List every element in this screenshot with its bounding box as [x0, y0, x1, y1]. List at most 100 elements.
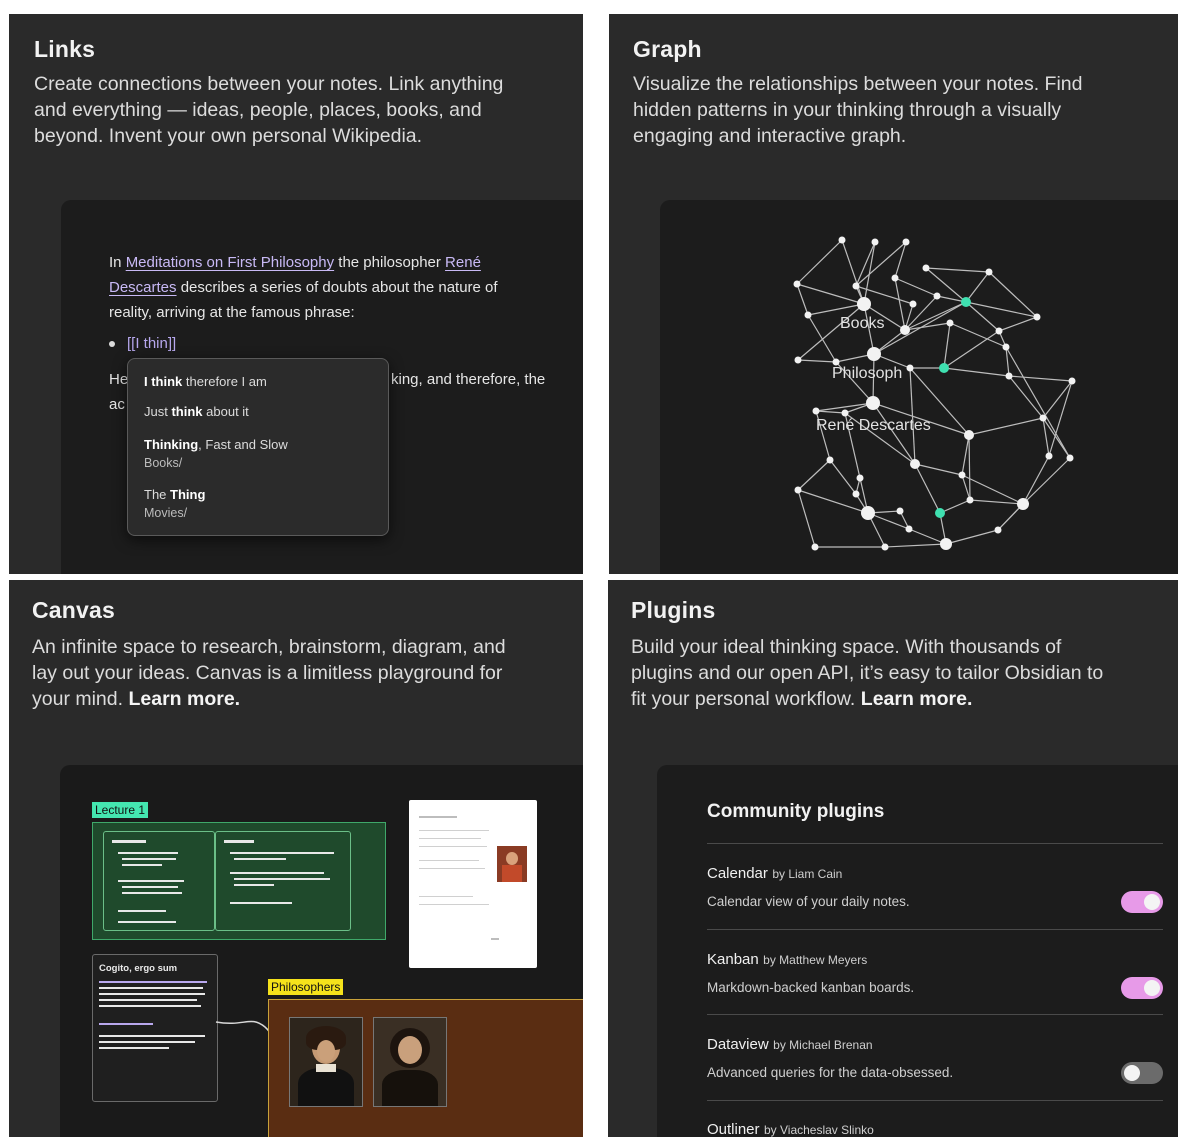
canvas-learn-more-link[interactable]: Learn more. — [128, 688, 240, 710]
graph-node[interactable] — [794, 356, 802, 364]
graph-edge — [884, 543, 947, 548]
graph-node[interactable] — [857, 297, 871, 311]
plugin-name: Calendar — [707, 865, 768, 882]
plugin-row-kanban[interactable]: Kanban by Matthew Meyers Markdown-backed… — [707, 951, 1163, 999]
graph-node[interactable] — [881, 543, 889, 551]
graph-node[interactable] — [946, 319, 954, 327]
graph-node[interactable] — [905, 525, 913, 533]
link-autocomplete-input[interactable]: [[I thin]] — [127, 335, 176, 352]
graph-node[interactable] — [966, 496, 974, 504]
graph-node[interactable] — [1068, 377, 1076, 385]
canvas-board-frame[interactable]: Lecture 1 Cogito, ergo sum Philosophers — [60, 765, 583, 1137]
graph-node[interactable] — [902, 238, 910, 246]
graph-edge — [965, 271, 990, 303]
suggestion-text: , Fast and Slow — [198, 437, 288, 452]
plugins-desc-line: Build your ideal thinking space. With th… — [631, 636, 1062, 658]
plugin-toggle-kanban[interactable] — [1121, 977, 1163, 999]
graph-node[interactable] — [867, 347, 881, 361]
graph-node[interactable] — [935, 508, 945, 518]
graph-edge — [961, 434, 970, 476]
graph-node[interactable] — [794, 486, 802, 494]
suggestion-text: Just — [144, 404, 172, 419]
graph-node[interactable] — [958, 471, 966, 479]
graph-node[interactable] — [1002, 343, 1010, 351]
graph-view-frame[interactable]: Books Philosoph René Descartes — [660, 200, 1178, 574]
graph-node[interactable] — [994, 526, 1002, 534]
graph-node[interactable] — [909, 300, 917, 308]
graph-node[interactable] — [985, 268, 993, 276]
graph-node[interactable] — [906, 364, 914, 372]
graph-node[interactable] — [856, 474, 864, 482]
graph-edge — [894, 277, 906, 331]
graph-node[interactable] — [871, 238, 879, 246]
graph-node[interactable] — [900, 325, 910, 335]
note-text: the philosopher — [334, 254, 446, 271]
canvas-group-philosophers[interactable] — [268, 999, 583, 1137]
graph-description: Visualize the relationships between your… — [633, 71, 1173, 149]
link-descartes[interactable]: Descartes — [109, 279, 177, 296]
graph-edge — [943, 322, 951, 369]
link-meditations[interactable]: Meditations on First Philosophy — [126, 254, 334, 271]
graph-node[interactable] — [961, 297, 971, 307]
plugin-row-dataview[interactable]: Dataview by Michael Brenan Advanced quer… — [707, 1036, 1163, 1084]
link-suggestion-popup: I think therefore I am Just think about … — [127, 358, 389, 536]
graph-node[interactable] — [1039, 414, 1047, 422]
links-description: Create connections between your notes. L… — [34, 71, 574, 149]
links-editor-frame: In Meditations on First Philosophy the p… — [61, 200, 583, 574]
graph-node[interactable] — [1033, 313, 1041, 321]
canvas-group-label-philosophers[interactable]: Philosophers — [268, 979, 344, 995]
plugin-row-calendar[interactable]: Calendar by Liam Cain Calendar view of y… — [707, 865, 1163, 913]
suggestion-text: The — [144, 487, 171, 502]
graph-node[interactable] — [852, 490, 860, 498]
graph-node[interactable] — [1066, 454, 1074, 462]
plugin-toggle-dataview[interactable] — [1121, 1062, 1163, 1084]
graph-node[interactable] — [1045, 452, 1053, 460]
suggestion-item[interactable]: The Thing Movies/ — [144, 487, 205, 520]
graph-node[interactable] — [910, 459, 920, 469]
graph-node[interactable] — [922, 264, 930, 272]
graph-edge — [914, 463, 941, 514]
suggestion-item[interactable]: Just think about it — [144, 404, 249, 419]
plugin-toggle-calendar[interactable] — [1121, 891, 1163, 913]
toggle-knob — [1124, 1065, 1140, 1081]
graph-node[interactable] — [995, 327, 1003, 335]
suggestion-item[interactable]: Thinking, Fast and Slow Books/ — [144, 437, 288, 470]
canvas-title: Canvas — [32, 597, 116, 623]
graph-edge — [925, 267, 967, 303]
graph-node[interactable] — [939, 363, 949, 373]
plugin-row-outliner[interactable]: Outliner by Viacheslav Slinko — [707, 1121, 1163, 1137]
graph-desc-line: Visualize the relationships between your… — [633, 73, 1083, 95]
graph-node[interactable] — [1005, 372, 1013, 380]
graph-edge — [914, 463, 963, 476]
graph-node[interactable] — [811, 543, 819, 551]
portrait-descartes[interactable] — [289, 1017, 363, 1107]
graph-node[interactable] — [804, 311, 812, 319]
link-rene[interactable]: René — [445, 254, 481, 271]
graph-node[interactable] — [852, 282, 860, 290]
graph-node[interactable] — [891, 274, 899, 282]
graph-node[interactable] — [933, 292, 941, 300]
graph-view[interactable]: Books Philosoph René Descartes — [660, 200, 1178, 574]
portrait-spinoza[interactable] — [373, 1017, 447, 1107]
graph-node[interactable] — [866, 396, 880, 410]
graph-node[interactable] — [861, 506, 875, 520]
graph-edge — [841, 239, 865, 305]
suggestion-item[interactable]: I think therefore I am — [144, 374, 267, 389]
graph-node[interactable] — [812, 407, 820, 415]
graph-node[interactable] — [940, 538, 952, 550]
graph-node[interactable] — [838, 236, 846, 244]
graph-node[interactable] — [793, 280, 801, 288]
graph-node[interactable] — [896, 507, 904, 515]
plugin-author: by Matthew Meyers — [763, 953, 868, 967]
graph-desc-line: hidden patterns in your thinking through… — [633, 99, 1062, 121]
suggestion-match: Thing — [170, 487, 206, 502]
suggestion-text: therefore I am — [182, 374, 267, 389]
graph-node[interactable] — [841, 409, 849, 417]
canvas-description: An infinite space to research, brainstor… — [32, 634, 577, 712]
graph-node[interactable] — [1017, 498, 1029, 510]
graph-edge — [894, 277, 938, 297]
graph-node[interactable] — [826, 456, 834, 464]
plugins-learn-more-link[interactable]: Learn more. — [861, 688, 973, 710]
graph-node-label: Books — [840, 315, 884, 332]
graph-node[interactable] — [964, 430, 974, 440]
